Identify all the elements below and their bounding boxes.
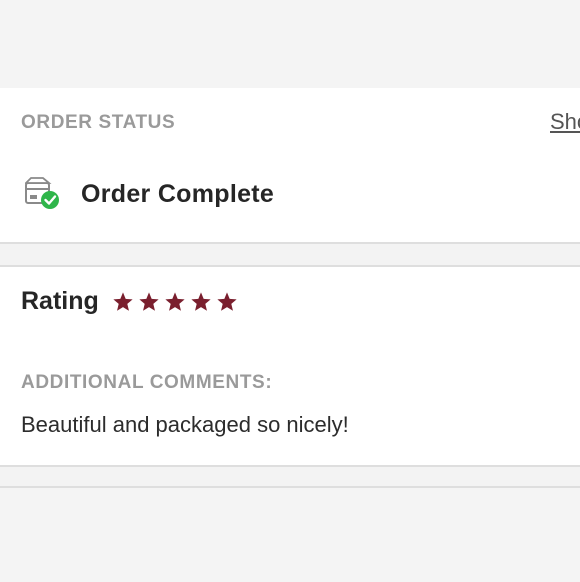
order-status-text: Order Complete [81,179,275,208]
top-header-area [0,0,580,88]
order-status-card: ORDER STATUS Sho Order Complete [0,88,580,244]
order-status-label: ORDER STATUS [21,112,176,133]
star-icon [113,291,133,311]
rating-card: Rating ADDITIONAL COMMENTS: Beautiful an… [0,265,580,467]
star-icon [217,291,237,311]
star-rating [112,291,242,313]
order-status-row: Order Complete [23,174,275,214]
star-icon [139,291,159,311]
rating-row: Rating [21,287,242,316]
additional-comments-label: ADDITIONAL COMMENTS: [21,372,273,393]
next-card [0,486,580,582]
star-icon [165,291,185,311]
show-details-link[interactable]: Sho [550,109,580,135]
rating-label: Rating [21,287,99,315]
star-icon [191,291,211,311]
box-check-icon [23,177,61,211]
comment-text: Beautiful and packaged so nicely! [21,412,349,437]
